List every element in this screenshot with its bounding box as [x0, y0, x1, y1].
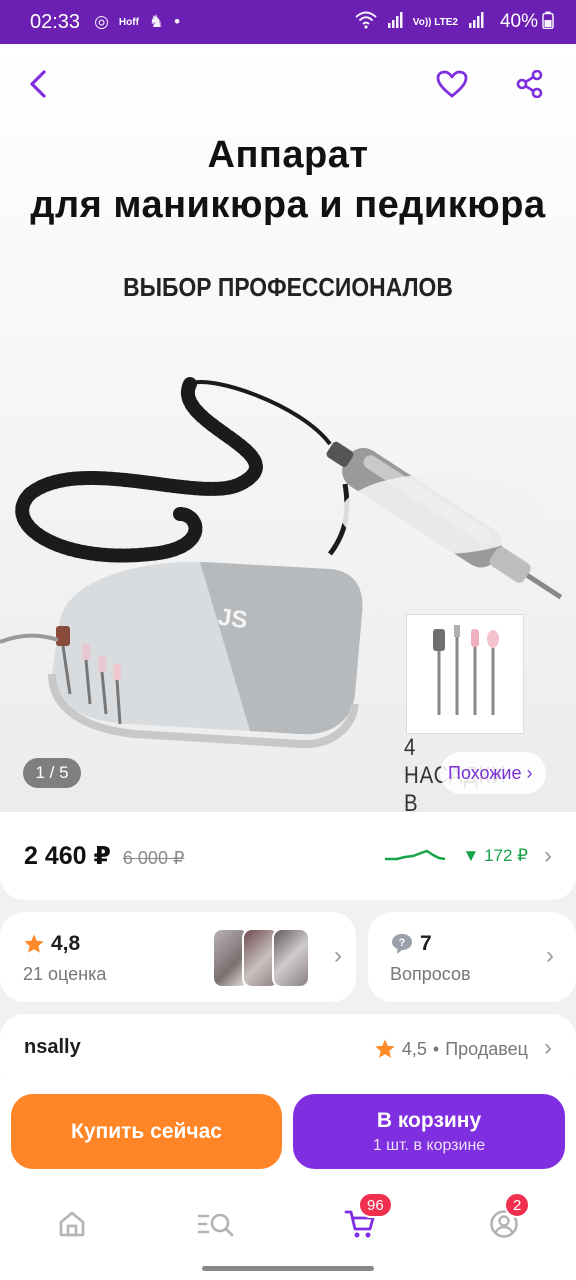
home-icon	[59, 1211, 85, 1237]
promo-subtitle: ВЫБОР ПРОФЕССИОНАЛОВ	[123, 272, 453, 302]
buy-now-button[interactable]: Купить сейчас	[11, 1094, 282, 1169]
rating-count: 21 оценка	[23, 964, 107, 984]
gallery-page-indicator: 1 / 5	[23, 758, 81, 788]
network-label: Vo)) LTE2	[412, 16, 458, 28]
similar-products-button[interactable]: Похожие ›	[440, 752, 547, 794]
product-gallery[interactable]: Аппарат для маникюра и педикюра ВЫБОР ПР…	[0, 44, 576, 814]
chevron-right-icon: ›	[334, 942, 342, 969]
wifi-icon	[355, 11, 377, 34]
favorite-button[interactable]	[432, 64, 472, 104]
status-bar: 02:33 ◎ Hoff ♞ • Vo)) LTE2 40%	[0, 0, 576, 44]
old-price: 6 000 ₽	[122, 847, 185, 868]
star-icon	[375, 1039, 395, 1058]
signal-icon	[387, 11, 403, 34]
promo-title-line1: Аппарат	[207, 134, 369, 176]
rating-card[interactable]: 4,8 21 оценка ›	[0, 912, 356, 1002]
questions-label: Вопросов	[390, 964, 471, 984]
status-time: 02:33	[30, 10, 81, 33]
share-icon	[516, 70, 543, 98]
seller-name: nsally	[24, 1036, 81, 1058]
chevron-right-icon: ›	[544, 842, 552, 869]
chevron-right-icon: ›	[544, 1034, 552, 1061]
star-icon	[24, 934, 44, 953]
seller-rating: 4,5	[401, 1038, 427, 1059]
questions-count-row: ? 7	[390, 932, 432, 956]
instagram-icon: ◎	[94, 12, 109, 31]
questions-card[interactable]: ? 7 Вопросов ›	[368, 912, 576, 1002]
nav-home[interactable]	[48, 1202, 96, 1246]
seller-role: Продавец	[445, 1038, 528, 1059]
promo-title-line2: для маникюра и педикюра	[30, 184, 546, 226]
heart-icon	[436, 70, 468, 98]
chevron-right-icon: ›	[546, 942, 554, 969]
profile-badge: 2	[504, 1192, 531, 1218]
back-button[interactable]	[18, 64, 58, 104]
review-photo[interactable]	[272, 928, 310, 988]
share-button[interactable]	[510, 64, 550, 104]
current-price: 2 460 ₽	[24, 842, 111, 870]
battery-level: 40%	[499, 11, 538, 32]
seller-separator: •	[432, 1038, 440, 1059]
nav-catalog[interactable]	[192, 1202, 240, 1246]
app-icon: ♞	[148, 12, 165, 31]
question-bubble-icon: ?	[392, 934, 412, 954]
questions-count: 7	[420, 932, 432, 955]
promo-title: Аппарат для маникюра и педикюра	[0, 130, 576, 230]
price-card[interactable]: 2 460 ₽ 6 000 ₽ ▼ 172 ₽ ›	[0, 812, 576, 900]
rating-value-row: 4,8	[23, 932, 80, 956]
device-brand-mark: JS	[216, 603, 249, 634]
price-trend-sparkline	[384, 849, 445, 861]
signal-icon-2	[468, 11, 484, 34]
price-drop-amount: ▼ 172 ₽	[462, 846, 528, 865]
cart-badge: 96	[358, 1192, 393, 1218]
chevron-left-icon	[30, 70, 46, 98]
bottom-navigation: 96 2	[0, 1186, 576, 1280]
catalog-search-icon	[197, 1213, 234, 1237]
hoff-icon: Hoff	[118, 16, 139, 28]
home-indicator	[202, 1266, 374, 1271]
cart-quantity-note: 1 шт. в корзине	[372, 1136, 486, 1154]
add-to-cart-label: В корзину	[376, 1108, 482, 1132]
purchase-action-bar: Купить сейчас В корзину 1 шт. в корзине	[0, 1076, 576, 1186]
rating-value: 4,8	[51, 932, 81, 955]
add-to-cart-button[interactable]: В корзину 1 шт. в корзине	[293, 1094, 565, 1169]
svg-text:?: ?	[399, 937, 406, 949]
battery-icon	[542, 11, 554, 34]
review-photos[interactable]	[212, 928, 310, 988]
seller-rating-row: 4,5 • Продавец	[374, 1038, 528, 1060]
nav-profile[interactable]: 2	[480, 1192, 531, 1246]
dot-icon: •	[174, 12, 181, 31]
nav-cart[interactable]: 96	[336, 1192, 393, 1246]
attachments-image	[406, 614, 524, 734]
